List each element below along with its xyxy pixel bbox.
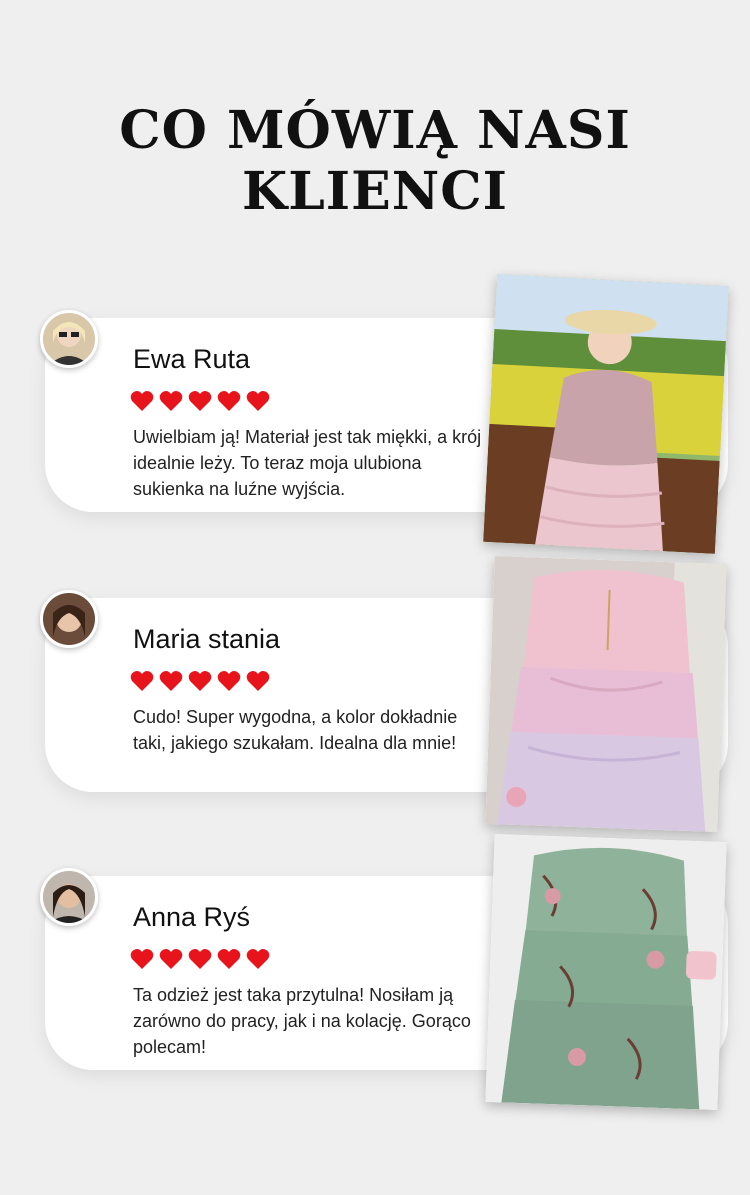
avatar (40, 868, 98, 926)
heart-icon (188, 670, 212, 692)
product-photo (485, 834, 727, 1110)
review-card: Maria stania Cudo! Super wygodna, a kolo… (0, 556, 750, 832)
product-photo (483, 274, 729, 554)
avatar (40, 310, 98, 368)
heart-icon (246, 948, 270, 970)
heart-icon (159, 948, 183, 970)
heart-icon (246, 390, 270, 412)
reviewer-name: Ewa Ruta (133, 344, 251, 374)
reviewer-name: Maria stania (133, 624, 281, 654)
reviewer-name: Anna Ryś (133, 902, 251, 932)
heart-icon (188, 390, 212, 412)
heart-icon (159, 670, 183, 692)
rating-hearts (130, 390, 270, 412)
page-title: CO MÓWIĄ NASI KLIENCI (119, 100, 631, 222)
heart-icon (217, 948, 241, 970)
rating-hearts (130, 670, 270, 692)
heart-icon (217, 670, 241, 692)
heart-icon (130, 390, 154, 412)
review-text: Uwielbiam ją! Materiał jest tak miękki, … (133, 427, 482, 499)
avatar (40, 590, 98, 648)
review-text: Ta odzież jest taka przytulna! Nosiłam j… (133, 985, 471, 1057)
review-card: Ewa Ruta Uwielbiam ją! Materiał jest tak… (0, 274, 750, 554)
review-text: Cudo! Super wygodna, a kolor dokładnie t… (133, 707, 458, 753)
heart-icon (246, 670, 270, 692)
heart-icon (217, 390, 241, 412)
heart-icon (130, 948, 154, 970)
rating-hearts (130, 948, 270, 970)
heart-icon (159, 390, 183, 412)
heart-icon (188, 948, 212, 970)
heart-icon (130, 670, 154, 692)
product-photo (485, 556, 727, 832)
review-card: Anna Ryś Ta odzież jest taka przytulna! … (0, 834, 750, 1110)
